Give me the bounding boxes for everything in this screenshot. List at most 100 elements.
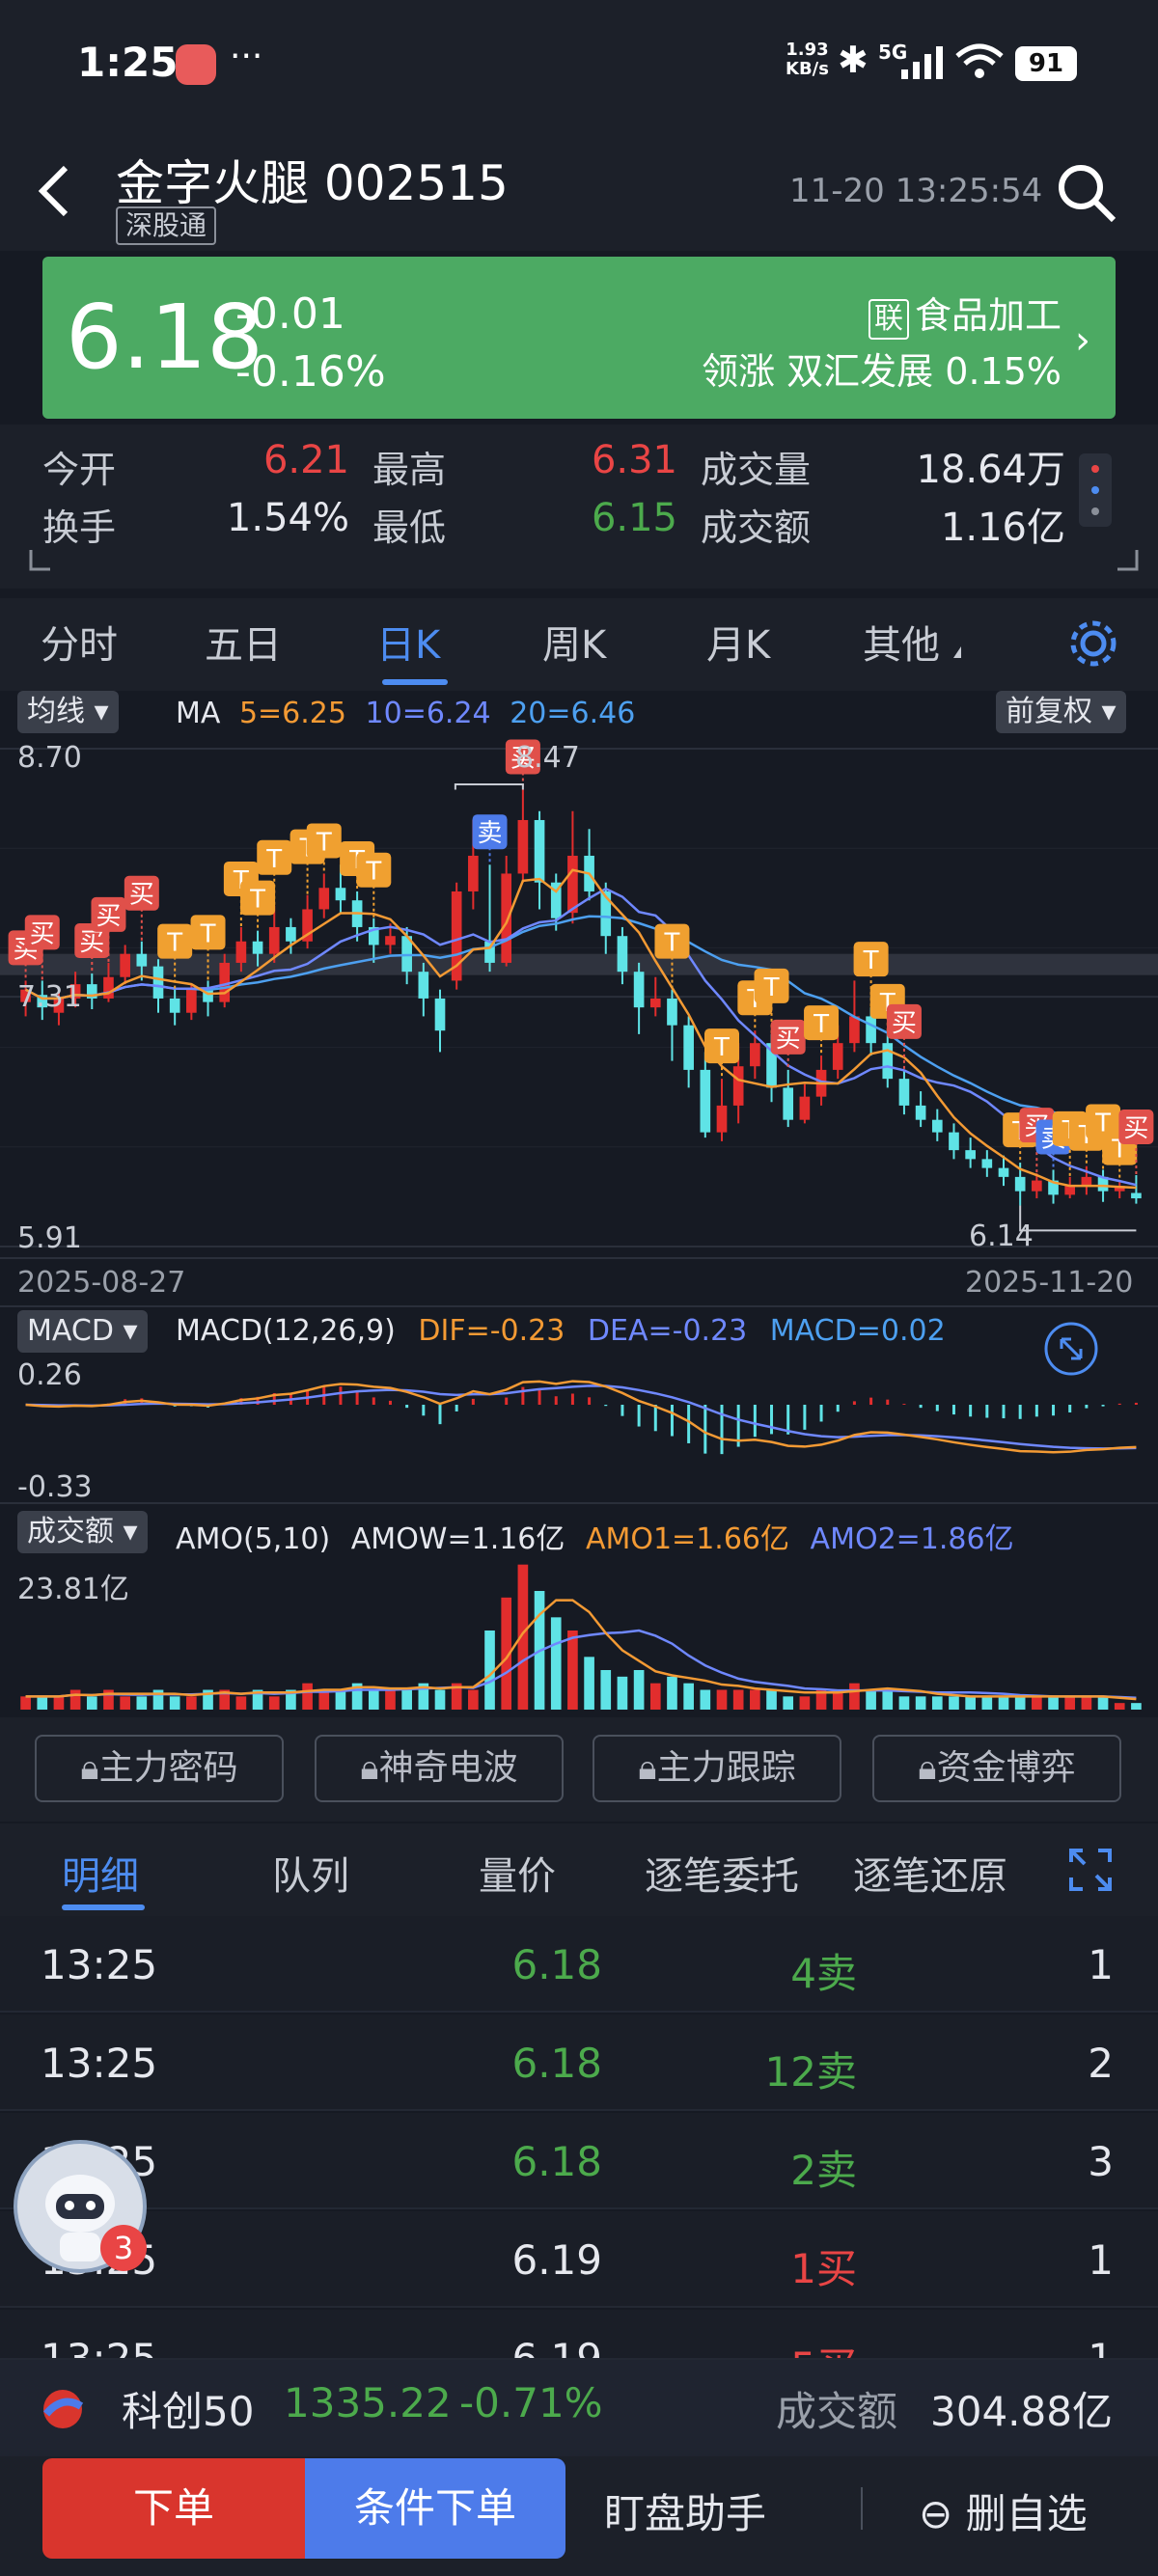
remove-watchlist-button[interactable]: ⊖ 删自选	[919, 2481, 1088, 2540]
tab-detail[interactable]: 明细	[62, 1845, 139, 1901]
signal-label: 买	[79, 928, 104, 957]
search-icon[interactable]	[1056, 162, 1117, 224]
tab-monthly-k[interactable]: 月K	[706, 614, 770, 670]
main-tracking-button[interactable]: 🔒︎主力跟踪	[593, 1735, 841, 1802]
tick-count: 1	[1088, 2236, 1114, 2284]
tab-daily-k[interactable]: 日K	[376, 614, 440, 670]
candle	[235, 941, 247, 963]
signal-label: 卖	[478, 819, 503, 848]
adjust-select[interactable]: 前复权 ▾	[996, 691, 1126, 733]
main-code-button[interactable]: 🔒︎主力密码	[35, 1735, 284, 1802]
candle	[633, 972, 645, 1008]
low-label: 最低	[372, 507, 447, 549]
lock-icon: 🔒︎	[80, 1748, 99, 1788]
tab-queue[interactable]: 队列	[272, 1845, 349, 1901]
signal-label: T	[664, 929, 680, 958]
candle	[1081, 1176, 1092, 1187]
index-amount-label: 成交额	[776, 2388, 898, 2435]
indicator-select[interactable]: 均线 ▾	[17, 691, 119, 733]
expand-icon[interactable]	[1067, 1847, 1114, 1893]
adjust-label: 前复权	[1006, 695, 1092, 728]
chevron-right-icon[interactable]: ›	[1075, 318, 1090, 363]
sector-info[interactable]: 联食品加工	[868, 286, 1062, 340]
volume-bar	[1114, 1703, 1125, 1710]
ma20-line	[24, 915, 1137, 1140]
leader-pct: 0.15%	[945, 350, 1062, 393]
tab-intraday[interactable]: 分时	[41, 614, 118, 670]
tab-weekly-k[interactable]: 周K	[542, 614, 606, 670]
signal-label: T	[863, 946, 879, 975]
amo2-line	[25, 1629, 1137, 1699]
expand-corners-icon[interactable]	[29, 546, 1139, 575]
macd-select[interactable]: MACD ▾	[17, 1310, 148, 1353]
tab-order-flow[interactable]: 逐笔委托	[645, 1845, 799, 1901]
gear-icon[interactable]	[1067, 617, 1119, 670]
table-row[interactable]: 13:25 6.18 2卖 3	[0, 2113, 1158, 2209]
tick-time: 13:25	[41, 1941, 158, 1988]
candle	[1131, 1192, 1142, 1199]
tab-order-restore[interactable]: 逐笔还原	[853, 1845, 1007, 1901]
candle	[517, 819, 529, 874]
macd-legend: MACD(12,26,9) DIF=-0.23 DEA=-0.23 MACD=0…	[176, 1314, 946, 1348]
fund-game-label: 资金博弈	[936, 1748, 1076, 1788]
volume-bar	[1131, 1703, 1142, 1710]
volume-bar	[1064, 1696, 1076, 1710]
candle	[832, 1043, 843, 1070]
main-code-label: 主力密码	[98, 1748, 238, 1788]
max-mark-line	[454, 782, 524, 790]
table-row[interactable]: 13:25 6.19 5买 1	[0, 2310, 1158, 2360]
signal-label: T	[713, 1033, 730, 1062]
tick-count: 3	[1088, 2138, 1114, 2185]
volume-select[interactable]: 成交额 ▾	[17, 1511, 148, 1553]
candle	[534, 819, 545, 883]
index-change: -0.71%	[459, 2379, 603, 2426]
amount-label: 成交额	[701, 507, 812, 549]
chart-canvas[interactable]: 买买买买买TTTTTTTTT卖买TTTT买TTT买T买卖TTTT买	[0, 691, 1158, 1715]
tick-count: 1	[1088, 1941, 1114, 1988]
candle	[385, 936, 396, 945]
tick-count: 1	[1088, 2335, 1114, 2360]
volume-bar	[468, 1689, 479, 1710]
volume-bar	[20, 1696, 31, 1710]
dea-value: DEA=-0.23	[587, 1314, 748, 1348]
high-value: 6.31	[591, 438, 677, 482]
back-icon[interactable]	[35, 162, 73, 220]
volume-bar	[633, 1670, 645, 1710]
y-axis-mid: 7.31	[17, 980, 82, 1014]
tab-other[interactable]: 其他	[863, 614, 940, 670]
index-name: 科创50	[122, 2388, 255, 2435]
candle	[617, 936, 628, 973]
connect-tag: 深股通	[116, 206, 217, 245]
order-button[interactable]: 下单	[42, 2458, 305, 2559]
net-speed-unit: KB/s	[786, 59, 829, 79]
volume-legend: AMO(5,10) AMOW=1.16亿 AMO1=1.66亿 AMO2=1.8…	[176, 1515, 1014, 1557]
volume-y-top: 23.81亿	[17, 1573, 129, 1606]
conditional-order-button[interactable]: 条件下单	[305, 2458, 565, 2559]
table-row[interactable]: 13:25 6.18 12卖 2	[0, 2014, 1158, 2111]
bluetooth-icon: ✱	[838, 39, 868, 81]
volume-bar	[169, 1696, 180, 1710]
high-label: 最高	[372, 449, 447, 491]
signal-label: 买	[776, 1025, 801, 1054]
tick-volume: 5买	[790, 2335, 857, 2358]
watch-assistant-button[interactable]: 盯盘助手	[604, 2481, 766, 2540]
price-change: -0.01 -0.16%	[235, 286, 386, 401]
fund-game-button[interactable]: 🔒︎资金博弈	[872, 1735, 1121, 1802]
stock-title[interactable]: 金字火腿 002515	[116, 145, 509, 214]
candle	[418, 972, 429, 999]
signal-label: T	[265, 845, 282, 874]
table-row[interactable]: 13:25 6.19 1买 1	[0, 2211, 1158, 2308]
dea-line	[25, 1384, 1137, 1450]
volume-bar	[799, 1696, 811, 1710]
candle	[1014, 1176, 1026, 1192]
table-row[interactable]: 13:25 6.18 4卖 1	[0, 1916, 1158, 2013]
tab-five-day[interactable]: 五日	[205, 614, 282, 670]
candle	[750, 1043, 760, 1067]
fullscreen-icon[interactable]	[1042, 1320, 1100, 1378]
volume-bar	[750, 1689, 760, 1710]
tab-volume-price[interactable]: 量价	[479, 1845, 556, 1901]
turnover-value: 1.54%	[226, 496, 349, 540]
volume-bar	[302, 1683, 313, 1710]
more-stats-icon[interactable]	[1079, 453, 1112, 527]
magic-wave-button[interactable]: 🔒︎神奇电波	[315, 1735, 564, 1802]
